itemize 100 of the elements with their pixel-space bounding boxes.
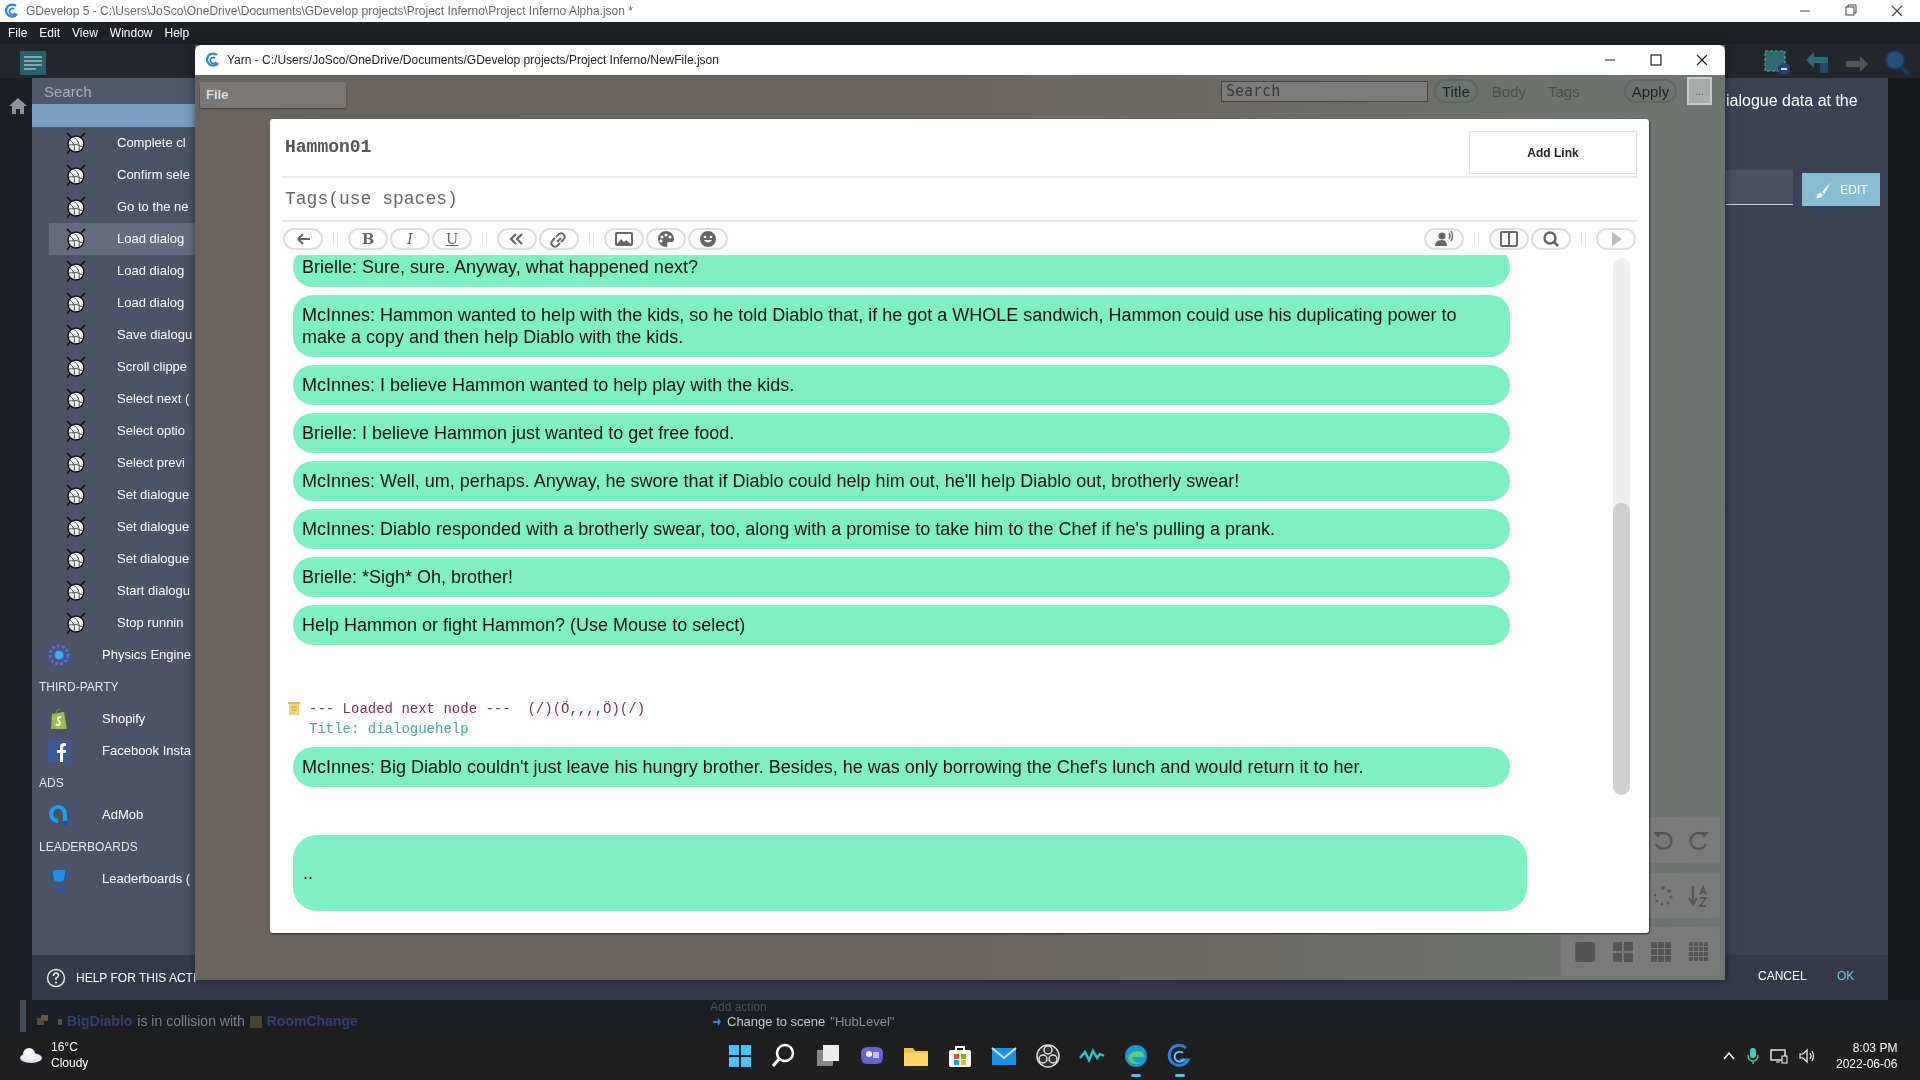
volume-icon[interactable] [1798,1048,1816,1064]
split-view-button[interactable] [1489,227,1529,250]
facebook-icon [47,739,71,763]
dialogue-bubble: McInnes: I believe Hammon wanted to help play with the kids. [293,365,1510,405]
dialogue-bubble: McInnes: Hammon wanted to help with the kids, so he told Diablo that, if he got a WHOLE sandwich, Hammon could use his duplicating power to make a copy and then help Diablo with the kids. [293,295,1510,357]
help-link[interactable]: HELP FOR THIS ACTI [76,968,197,987]
object-name: BigDiablo [67,1012,133,1031]
gear-icon [47,643,71,667]
menu-item[interactable]: Edit [33,24,67,42]
list-item[interactable]: Complete cl [49,127,195,159]
start-icon[interactable] [726,1042,754,1070]
home-icon[interactable] [8,97,28,115]
list-item[interactable]: Set dialogue [49,543,195,575]
obs-icon[interactable] [1034,1042,1062,1070]
format-button[interactable]: U [432,227,472,250]
link-button[interactable] [539,227,579,250]
list-icon[interactable] [18,48,48,78]
list-item[interactable]: Set dialogue [49,479,195,511]
yarn-ball-icon [64,131,88,155]
objects-icon [36,1014,50,1026]
scrollbar-thumb[interactable] [1613,503,1630,795]
dialogue-bubble: Brielle: Sure, sure. Anyway, what happened next? [293,255,1510,287]
list-item[interactable]: Facebook Insta [32,735,195,767]
yarn-ball-icon [64,483,88,507]
node-loaded-text: --- Loaded next node --- (/)(Ö,,,,Ö)(/) [309,700,646,719]
microphone-icon[interactable] [1746,1047,1760,1065]
dialogue-bubble: McInnes: Well, um, perhaps. Anyway, he swore that if Diablo could help him out, he'll help Diablo out, brotherly swear! [293,461,1510,501]
dialogue-input-field[interactable]: .. [293,835,1527,911]
window-title: GDevelop 5 - C:\Users\JoSco\OneDrive\Documents\GDevelop projects\Project Inferno\Project Inferno Alpha.json * [26,3,633,20]
object-icon [249,1015,262,1028]
format-button[interactable]: I [390,227,430,250]
yarn-ball-icon [64,291,88,315]
dialogue-bubble: Help Hammon or fight Hammon? (Use Mouse to select) [293,605,1510,645]
node-title-text: Title: dialoguehelp [308,720,470,739]
list-item[interactable]: Physics Engine [32,639,195,671]
search-field[interactable]: Search [1221,80,1428,102]
cancel-button[interactable]: CANCEL [1758,967,1807,985]
menu-item[interactable]: Help [158,24,196,42]
yarn-ball-icon [64,611,88,635]
temperature-text: 16°C [51,1039,79,1055]
condition-text: is in collision with [137,1012,245,1031]
yarn-ball-icon [64,515,88,539]
add-link-button[interactable]: Add Link [1469,131,1637,174]
clock-time: 8:03 PM [1852,1040,1898,1056]
menu-item[interactable]: View [66,24,104,42]
yarn-ball-icon [64,323,88,347]
list-item[interactable]: Select optio [49,415,195,447]
select-icon[interactable] [1762,48,1792,76]
yarn-ball-icon [64,163,88,187]
list-item[interactable]: Confirm sele [49,159,195,191]
list-item[interactable]: Load dialog [49,223,195,255]
cloud-icon [18,1046,44,1064]
list-item[interactable]: Scroll clippe [49,351,195,383]
list-item[interactable]: Load dialog [49,287,195,319]
format-button[interactable]: B [348,227,388,250]
palette-button[interactable] [646,227,686,250]
double-chevron-button[interactable] [497,227,537,250]
tags-field[interactable]: Tags(use spaces) [282,178,1637,222]
list-item[interactable]: AdMob [32,799,195,831]
section-heading: ADS [38,775,65,792]
dialogue-bubble: Brielle: I believe Hammon just wanted to get free food. [293,413,1510,453]
list-item[interactable]: Start dialogu [49,575,195,607]
window-title: Yarn - C:/Users/JoSco/OneDrive/Documents/GDevelop projects/Project Inferno/NewFile.json [227,52,719,69]
text-field[interactable] [1726,170,1793,205]
trophy-icon [47,867,71,891]
yarn-ball-icon [64,195,88,219]
network-icon[interactable] [1770,1048,1788,1064]
list-item[interactable]: Save dialogu [49,319,195,351]
yarn-ball-icon [64,227,88,251]
list-item[interactable]: Select next ( [49,383,195,415]
action-value: "HubLevel" [830,1013,895,1031]
clock-date: 2022-06-06 [1836,1056,1898,1072]
menu-item[interactable]: Window [103,24,159,42]
app-logo-icon [4,3,20,19]
back-button[interactable] [283,227,323,250]
yarn-ball-icon [64,547,88,571]
yarn-ball-icon [64,579,88,603]
yarn-ball-icon [64,355,88,379]
event-margin-bar [20,1000,26,1032]
yarn-ball-icon [64,419,88,443]
list-item[interactable]: Go to the ne [49,191,195,223]
list-item[interactable]: Set dialogue [49,511,195,543]
yarn-ball-icon [64,387,88,411]
list-item[interactable]: Leaderboards ( [32,863,195,895]
list-item[interactable]: Stop runnin [49,607,195,639]
ok-button[interactable]: OK [1837,967,1855,985]
emoji-button[interactable] [688,227,728,250]
yarn-ball-icon [64,259,88,283]
search-button[interactable] [1531,227,1571,250]
scroll-icon [287,701,301,717]
list-item[interactable]: Shopify [32,703,195,735]
list-item[interactable]: Select previ [49,447,195,479]
edge-icon[interactable] [1122,1042,1150,1070]
image-button[interactable] [604,227,644,250]
node-title: Hammon01 [284,136,372,159]
search-field[interactable]: Search [32,78,195,104]
menu-item[interactable]: File [2,24,34,42]
speaking-person-button[interactable] [1424,227,1464,250]
dialogue-bubble: Brielle: *Sigh* Oh, brother! [293,557,1510,597]
list-item[interactable]: Load dialog [49,255,195,287]
